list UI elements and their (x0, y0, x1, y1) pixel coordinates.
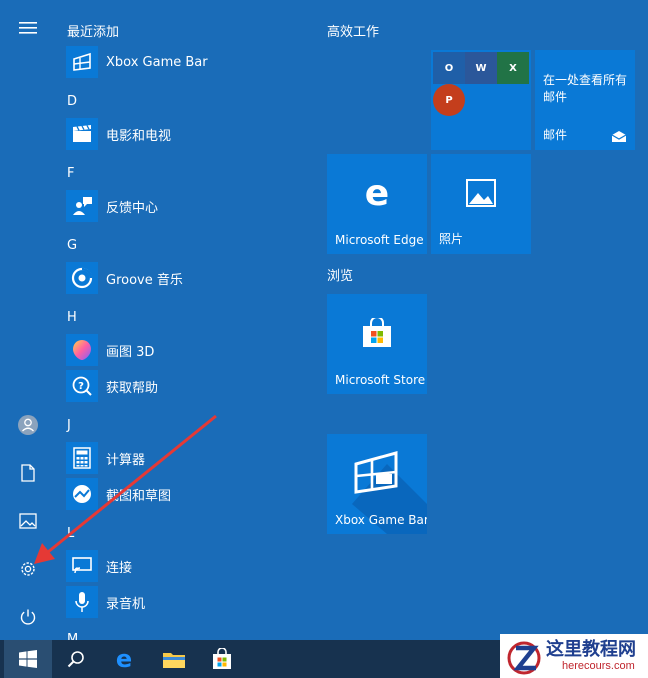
windows-start-icon (19, 650, 37, 668)
app-label: 录音机 (106, 596, 146, 612)
svg-text:?: ? (78, 381, 84, 392)
app-groove-music[interactable]: Groove 音乐 (66, 261, 306, 295)
microphone-icon (66, 586, 98, 618)
app-label: 连接 (106, 560, 133, 576)
taskbar-search-button[interactable] (52, 640, 100, 678)
svg-text:e: e (365, 176, 389, 210)
app-connect[interactable]: 连接 (66, 549, 306, 583)
taskbar-edge-button[interactable]: e (100, 640, 148, 678)
app-voice-recorder[interactable]: 录音机 (66, 585, 306, 619)
file-explorer-icon (163, 653, 185, 668)
app-label: 电影和电视 (106, 128, 172, 144)
edge-tile-label: Microsoft Edge (335, 233, 424, 247)
tile-group-browse[interactable]: 浏览 (327, 265, 353, 284)
app-snip-sketch[interactable]: 截图和草图 (66, 477, 306, 511)
power-icon (20, 609, 36, 625)
get-help-icon: ? (66, 370, 98, 402)
calculator-icon (66, 442, 98, 474)
mail-icon (611, 131, 627, 142)
watermark-url: herecours.com (562, 659, 635, 672)
office-tile[interactable]: O W X P (431, 50, 531, 150)
store-bag-icon (363, 318, 391, 347)
svg-text:e: e (116, 647, 132, 671)
app-list: 最近添加 Xbox Game Bar D 电影和电视 F 反馈中心 G Groo… (56, 0, 306, 640)
start-button[interactable] (4, 640, 52, 678)
xbox-game-bar-tile[interactable]: Xbox Game Bar (327, 434, 427, 534)
app-paint-3d[interactable]: 画图 3D (66, 333, 306, 367)
watermark: 这里教程网 herecours.com (500, 634, 648, 678)
mail-tile-text: 在一处查看所有邮件 (543, 73, 628, 104)
app-label: 反馈中心 (106, 200, 159, 216)
app-calculator[interactable]: 计算器 (66, 441, 306, 475)
document-icon (21, 464, 35, 482)
user-icon (18, 415, 38, 435)
letter-header-j[interactable]: J (67, 418, 71, 433)
store-icon (213, 648, 231, 669)
edge-icon: e (116, 647, 132, 671)
app-label: Xbox Game Bar (106, 54, 208, 70)
letter-header-l[interactable]: L (67, 526, 74, 541)
recent-header: 最近添加 (67, 25, 120, 40)
letter-header-h[interactable]: H (67, 310, 77, 325)
app-label: 获取帮助 (106, 380, 159, 396)
xbox-tile-label: Xbox Game Bar (335, 513, 427, 527)
excel-icon: X (497, 52, 529, 84)
power-button[interactable] (8, 597, 48, 637)
groove-music-icon (66, 262, 98, 294)
xbox-game-bar-icon (66, 46, 98, 78)
feedback-icon (66, 190, 98, 222)
photos-tile[interactable]: 照片 (431, 154, 531, 254)
film-icon (66, 118, 98, 150)
pictures-icon (19, 513, 37, 529)
pictures-button[interactable] (8, 501, 48, 541)
letter-header-m[interactable]: M (67, 632, 78, 640)
documents-button[interactable] (8, 453, 48, 493)
paint-3d-icon (66, 334, 98, 366)
app-xbox-game-bar[interactable]: Xbox Game Bar (66, 45, 306, 79)
app-label: 画图 3D (106, 344, 155, 360)
watermark-logo-icon (507, 641, 541, 675)
app-label: 计算器 (106, 452, 146, 468)
expand-menu-button[interactable] (8, 8, 48, 48)
edge-icon: e (365, 176, 389, 210)
word-icon: W (465, 52, 497, 84)
letter-header-g[interactable]: G (67, 238, 77, 253)
account-button[interactable] (8, 405, 48, 445)
app-label: Groove 音乐 (106, 272, 183, 288)
watermark-title: 这里教程网 (546, 638, 636, 660)
settings-icon (21, 562, 35, 576)
xbox-game-bar-icon (354, 451, 398, 494)
mail-tile-label: 邮件 (543, 128, 568, 142)
taskbar-file-explorer-button[interactable] (150, 640, 198, 678)
letter-header-d[interactable]: D (67, 94, 77, 109)
edge-tile[interactable]: e Microsoft Edge (327, 154, 427, 254)
powerpoint-icon: P (433, 84, 465, 116)
photos-icon (466, 179, 496, 207)
app-feedback-hub[interactable]: 反馈中心 (66, 189, 306, 223)
connect-icon (66, 550, 98, 582)
app-get-help[interactable]: ? 获取帮助 (66, 369, 306, 403)
app-label: 截图和草图 (106, 488, 172, 504)
hamburger-icon (19, 22, 37, 34)
mail-tile[interactable]: 在一处查看所有邮件 邮件 (535, 50, 635, 150)
start-rail (0, 0, 56, 640)
letter-header-f[interactable]: F (67, 166, 74, 181)
settings-button[interactable] (8, 549, 48, 589)
outlook-icon: O (433, 52, 465, 84)
store-tile[interactable]: Microsoft Store (327, 294, 427, 394)
tile-group-productivity[interactable]: 高效工作 (327, 21, 379, 40)
snip-sketch-icon (66, 478, 98, 510)
taskbar-store-button[interactable] (198, 640, 246, 678)
app-movies-tv[interactable]: 电影和电视 (66, 117, 306, 151)
store-tile-label: Microsoft Store (335, 373, 426, 387)
photos-tile-label: 照片 (439, 232, 464, 246)
search-icon (67, 651, 84, 668)
